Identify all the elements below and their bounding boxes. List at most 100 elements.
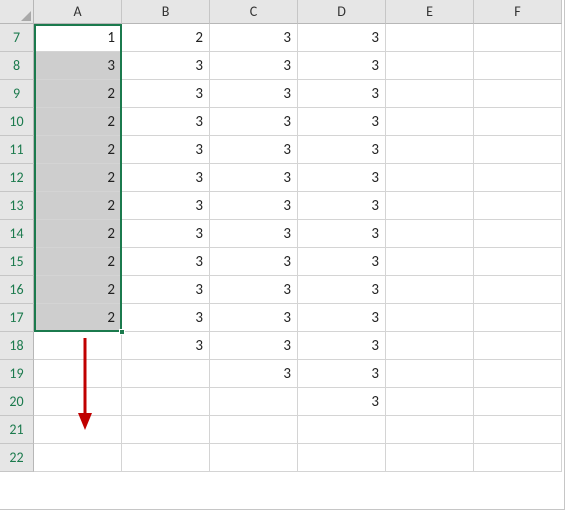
cell-A19[interactable]	[34, 360, 122, 388]
cell-B7[interactable]: 2	[122, 24, 210, 52]
row-header-14[interactable]: 14	[0, 220, 34, 248]
cell-C10[interactable]: 3	[210, 108, 298, 136]
cell-E19[interactable]	[386, 360, 474, 388]
cell-C16[interactable]: 3	[210, 276, 298, 304]
row-header-15[interactable]: 15	[0, 248, 34, 276]
cell-E9[interactable]	[386, 80, 474, 108]
cell-A11[interactable]: 2	[34, 136, 122, 164]
col-header-F[interactable]: F	[474, 0, 562, 24]
cell-C21[interactable]	[210, 416, 298, 444]
row-header-20[interactable]: 20	[0, 388, 34, 416]
cell-A12[interactable]: 2	[34, 164, 122, 192]
cell-E21[interactable]	[386, 416, 474, 444]
cell-A10[interactable]: 2	[34, 108, 122, 136]
cell-B9[interactable]: 3	[122, 80, 210, 108]
cell-F11[interactable]	[474, 136, 562, 164]
spreadsheet-grid[interactable]: A B C D E F 7123383333923331023331123331…	[0, 0, 565, 510]
cell-A9[interactable]: 2	[34, 80, 122, 108]
cell-D17[interactable]: 3	[298, 304, 386, 332]
cell-A20[interactable]	[34, 388, 122, 416]
cell-F15[interactable]	[474, 248, 562, 276]
cell-E13[interactable]	[386, 192, 474, 220]
cell-C19[interactable]: 3	[210, 360, 298, 388]
cell-C7[interactable]: 3	[210, 24, 298, 52]
cell-C15[interactable]: 3	[210, 248, 298, 276]
col-header-A[interactable]: A	[34, 0, 122, 24]
cell-B11[interactable]: 3	[122, 136, 210, 164]
cell-C11[interactable]: 3	[210, 136, 298, 164]
cell-E10[interactable]	[386, 108, 474, 136]
cell-A15[interactable]: 2	[34, 248, 122, 276]
cell-C22[interactable]	[210, 444, 298, 472]
row-header-19[interactable]: 19	[0, 360, 34, 388]
cell-E22[interactable]	[386, 444, 474, 472]
cell-E14[interactable]	[386, 220, 474, 248]
cell-B12[interactable]: 3	[122, 164, 210, 192]
cell-B14[interactable]: 3	[122, 220, 210, 248]
cell-F7[interactable]	[474, 24, 562, 52]
row-header-8[interactable]: 8	[0, 52, 34, 80]
row-header-9[interactable]: 9	[0, 80, 34, 108]
cell-F13[interactable]	[474, 192, 562, 220]
cell-D16[interactable]: 3	[298, 276, 386, 304]
cell-D9[interactable]: 3	[298, 80, 386, 108]
row-header-17[interactable]: 17	[0, 304, 34, 332]
cell-F12[interactable]	[474, 164, 562, 192]
cell-C20[interactable]	[210, 388, 298, 416]
cell-C17[interactable]: 3	[210, 304, 298, 332]
row-header-13[interactable]: 13	[0, 192, 34, 220]
cell-D19[interactable]: 3	[298, 360, 386, 388]
cell-C9[interactable]: 3	[210, 80, 298, 108]
cell-C13[interactable]: 3	[210, 192, 298, 220]
cell-D22[interactable]	[298, 444, 386, 472]
cell-C18[interactable]: 3	[210, 332, 298, 360]
cell-B16[interactable]: 3	[122, 276, 210, 304]
fill-handle[interactable]	[119, 329, 125, 335]
cell-B15[interactable]: 3	[122, 248, 210, 276]
cell-B18[interactable]: 3	[122, 332, 210, 360]
cell-F19[interactable]	[474, 360, 562, 388]
cell-D11[interactable]: 3	[298, 136, 386, 164]
cell-E15[interactable]	[386, 248, 474, 276]
cell-C12[interactable]: 3	[210, 164, 298, 192]
cell-B13[interactable]: 3	[122, 192, 210, 220]
cell-D13[interactable]: 3	[298, 192, 386, 220]
cell-E12[interactable]	[386, 164, 474, 192]
cell-B8[interactable]: 3	[122, 52, 210, 80]
cell-B20[interactable]	[122, 388, 210, 416]
cell-A18[interactable]	[34, 332, 122, 360]
cell-A8[interactable]: 3	[34, 52, 122, 80]
col-header-D[interactable]: D	[298, 0, 386, 24]
cell-E18[interactable]	[386, 332, 474, 360]
row-header-11[interactable]: 11	[0, 136, 34, 164]
cell-D15[interactable]: 3	[298, 248, 386, 276]
cell-B17[interactable]: 3	[122, 304, 210, 332]
cell-A16[interactable]: 2	[34, 276, 122, 304]
cell-A14[interactable]: 2	[34, 220, 122, 248]
cell-D8[interactable]: 3	[298, 52, 386, 80]
col-header-C[interactable]: C	[210, 0, 298, 24]
cell-F8[interactable]	[474, 52, 562, 80]
col-header-B[interactable]: B	[122, 0, 210, 24]
cell-E7[interactable]	[386, 24, 474, 52]
cell-F16[interactable]	[474, 276, 562, 304]
cell-E8[interactable]	[386, 52, 474, 80]
cell-F18[interactable]	[474, 332, 562, 360]
cell-A7[interactable]: 1	[34, 24, 122, 52]
row-header-7[interactable]: 7	[0, 24, 34, 52]
row-header-21[interactable]: 21	[0, 416, 34, 444]
cell-D18[interactable]: 3	[298, 332, 386, 360]
cell-F17[interactable]	[474, 304, 562, 332]
row-header-16[interactable]: 16	[0, 276, 34, 304]
cell-A22[interactable]	[34, 444, 122, 472]
row-header-10[interactable]: 10	[0, 108, 34, 136]
cell-D14[interactable]: 3	[298, 220, 386, 248]
cell-C8[interactable]: 3	[210, 52, 298, 80]
cell-F14[interactable]	[474, 220, 562, 248]
cell-B22[interactable]	[122, 444, 210, 472]
row-header-12[interactable]: 12	[0, 164, 34, 192]
cell-D12[interactable]: 3	[298, 164, 386, 192]
cell-F9[interactable]	[474, 80, 562, 108]
cell-B10[interactable]: 3	[122, 108, 210, 136]
cell-B19[interactable]	[122, 360, 210, 388]
